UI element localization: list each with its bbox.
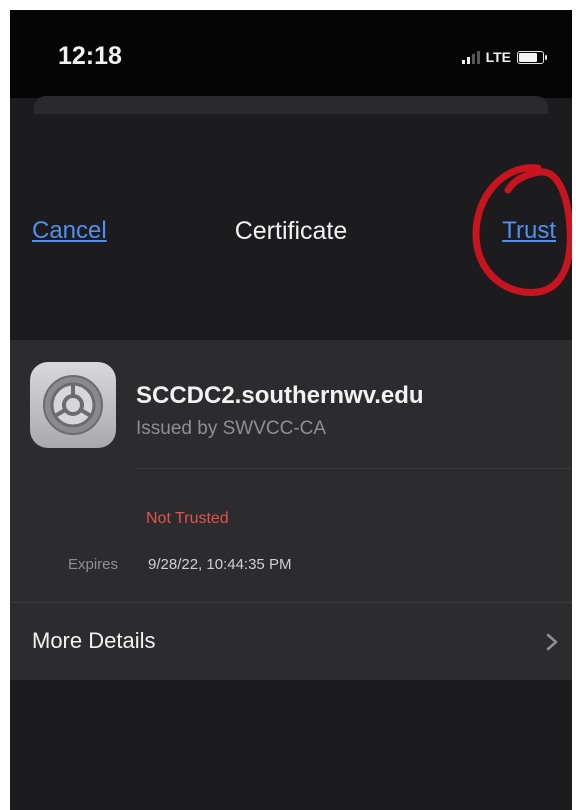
network-type: LTE — [485, 49, 511, 65]
cellular-signal-icon — [461, 50, 480, 64]
status-bar: 12:18 LTE — [10, 10, 572, 98]
chevron-right-icon — [546, 633, 558, 651]
certificate-sheet: Cancel Certificate Trust SCCDC2.southern… — [10, 114, 572, 810]
divider — [136, 468, 572, 469]
trust-button[interactable]: Trust — [502, 217, 556, 245]
page-title: Certificate — [234, 217, 348, 245]
expires-label: Expires — [68, 556, 119, 573]
more-details-row[interactable]: More Details — [10, 602, 572, 680]
trust-status: Not Trusted — [146, 510, 229, 527]
certificate-summary: SCCDC2.southernwv.edu Issued by SWVCC-CA… — [10, 340, 572, 680]
status-time: 12:18 — [58, 42, 122, 70]
certificate-issuer: Issued by SWVCC-CA — [136, 418, 327, 439]
battery-icon — [517, 50, 547, 64]
status-icons: LTE — [461, 48, 547, 66]
phone-screen: 12:18 LTE Cancel Certificate Trust SCCDC… — [10, 10, 572, 810]
certificate-name: SCCDC2.southernwv.edu — [136, 382, 424, 409]
settings-gear-icon — [30, 362, 116, 448]
more-details-label: More Details — [32, 628, 156, 653]
navigation-bar: Cancel Certificate Trust — [10, 114, 572, 340]
expires-value: 9/28/22, 10:44:35 PM — [148, 556, 292, 573]
